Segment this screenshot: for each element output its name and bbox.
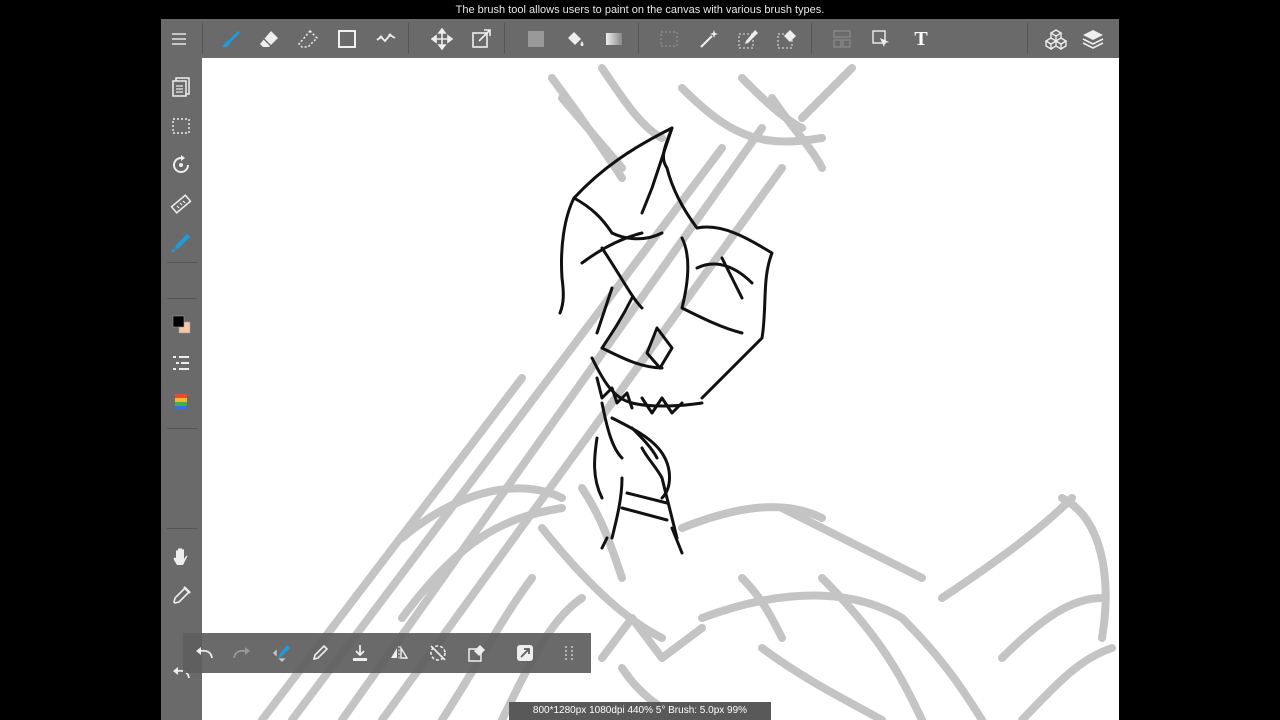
text-icon[interactable]: T bbox=[905, 23, 937, 55]
status-bar: 800*1280px 1080dpi 440% 5° Brush: 5.0px … bbox=[509, 702, 771, 720]
brush-list-icon[interactable] bbox=[165, 347, 197, 379]
ruler-icon[interactable] bbox=[165, 188, 197, 220]
flip-icon[interactable] bbox=[383, 637, 415, 669]
brush-icon[interactable] bbox=[214, 23, 246, 55]
medibang-app: T 800*1280px 1080dpi 440% 5° Brush: 5.0p… bbox=[161, 19, 1119, 720]
blur-eraser-icon[interactable] bbox=[292, 23, 324, 55]
correction-icon[interactable] bbox=[370, 23, 402, 55]
bucket-icon[interactable] bbox=[559, 23, 591, 55]
clear-icon[interactable] bbox=[461, 637, 493, 669]
text-tool-label: T bbox=[914, 27, 928, 50]
undo-icon[interactable] bbox=[188, 637, 220, 669]
pen-icon[interactable] bbox=[304, 637, 336, 669]
hand-icon[interactable] bbox=[165, 541, 197, 573]
gradient-icon[interactable] bbox=[598, 23, 630, 55]
fill-color-icon[interactable] bbox=[520, 23, 552, 55]
eyedropper-icon[interactable] bbox=[165, 580, 197, 612]
top-toolbar: T bbox=[161, 19, 1119, 58]
transform-icon[interactable] bbox=[465, 23, 497, 55]
select-pen-icon[interactable] bbox=[732, 23, 764, 55]
rotate-lock-icon[interactable] bbox=[422, 637, 454, 669]
drawing-canvas[interactable] bbox=[202, 58, 1119, 720]
pen-icon[interactable] bbox=[165, 227, 197, 259]
canvas-artwork bbox=[258, 64, 1116, 720]
shape-icon[interactable] bbox=[331, 23, 363, 55]
layout-icon[interactable] bbox=[826, 23, 858, 55]
select-arrow-icon[interactable] bbox=[865, 23, 897, 55]
materials-icon[interactable] bbox=[1040, 23, 1072, 55]
brush-drag-icon[interactable] bbox=[266, 637, 298, 669]
palette-icon[interactable] bbox=[165, 386, 197, 418]
move-icon[interactable] bbox=[426, 23, 458, 55]
save-layer-icon[interactable] bbox=[344, 637, 376, 669]
tool-caption: The brush tool allows users to paint on … bbox=[455, 4, 825, 16]
select-icon[interactable] bbox=[653, 23, 685, 55]
menu-icon[interactable] bbox=[163, 23, 195, 55]
pages-icon[interactable] bbox=[165, 71, 197, 103]
redo-icon[interactable] bbox=[226, 637, 258, 669]
eraser-icon[interactable] bbox=[253, 23, 285, 55]
select-eraser-icon[interactable] bbox=[771, 23, 803, 55]
rotate-icon[interactable] bbox=[165, 149, 197, 181]
snap-icon[interactable] bbox=[509, 637, 541, 669]
layers-icon[interactable] bbox=[1077, 23, 1109, 55]
grid-icon[interactable] bbox=[553, 637, 585, 669]
color-swatch[interactable] bbox=[165, 308, 197, 340]
magic-wand-icon[interactable] bbox=[693, 23, 725, 55]
selection-icon[interactable] bbox=[165, 110, 197, 142]
left-sidebar bbox=[161, 58, 202, 720]
bottom-quick-bar bbox=[183, 633, 591, 673]
